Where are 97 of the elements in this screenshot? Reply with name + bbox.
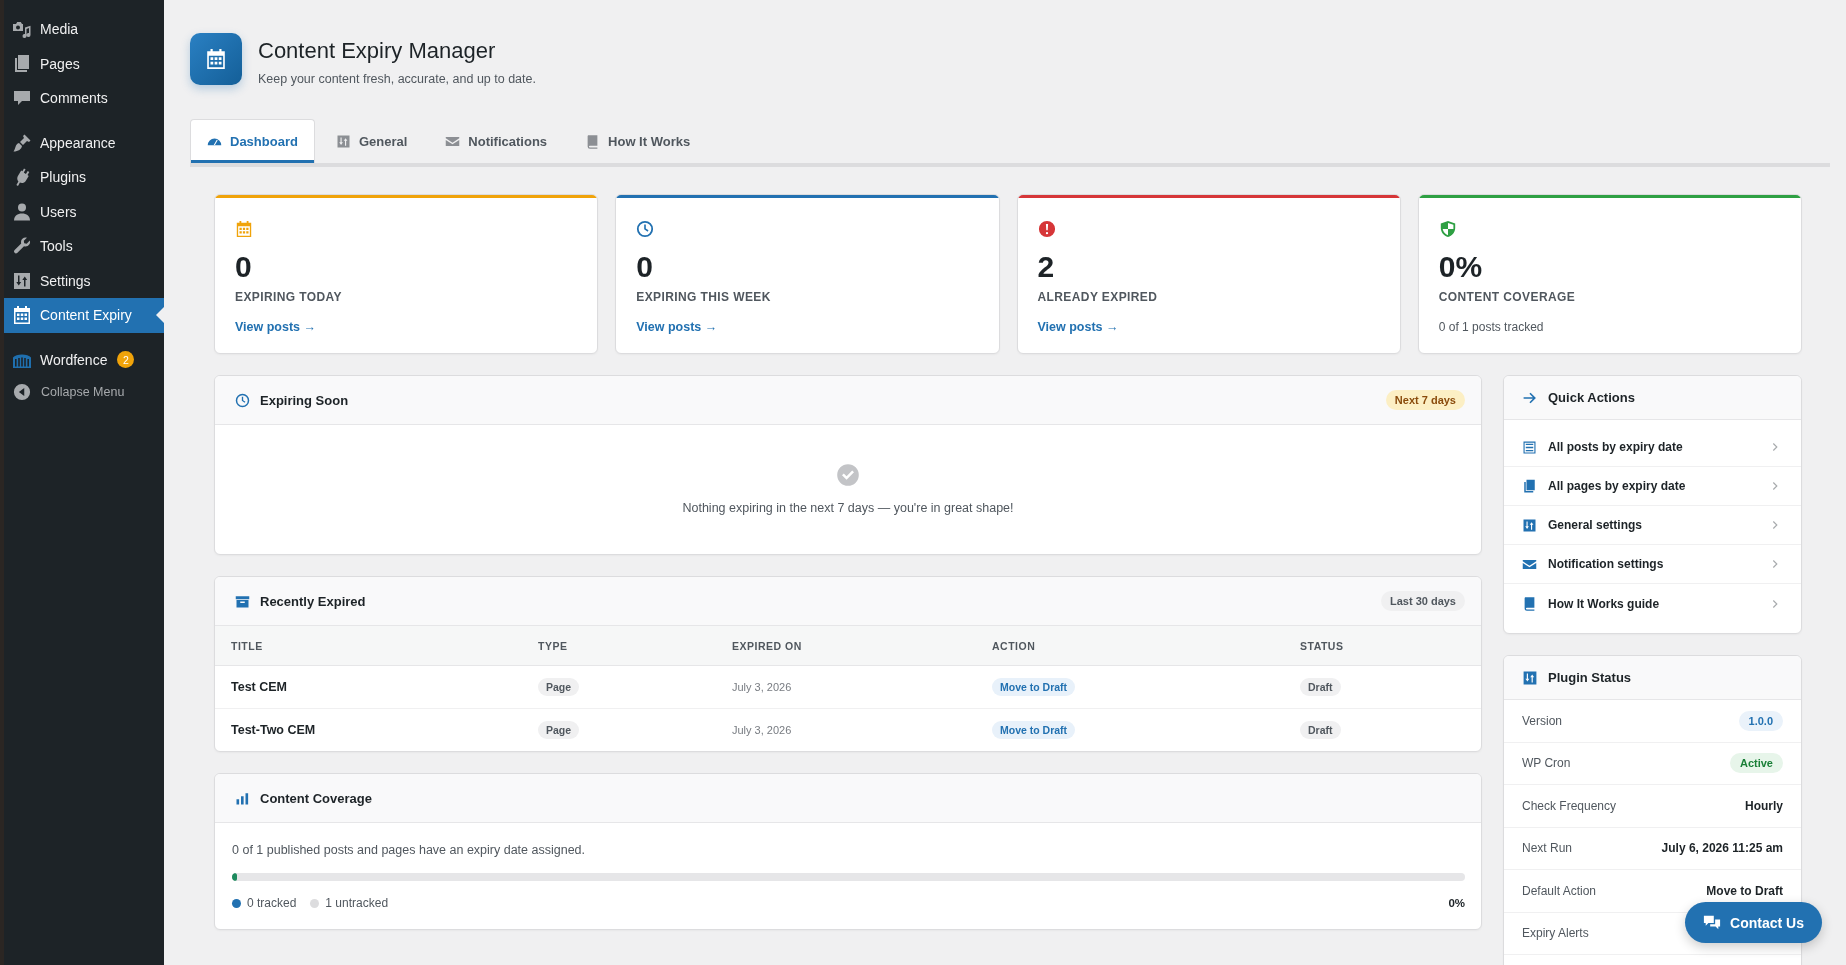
stat-value: 0 <box>636 249 654 285</box>
person-icon <box>12 201 32 222</box>
sidebar-menu-item[interactable]: Tools <box>4 229 164 264</box>
selection-pointer-icon <box>156 307 164 324</box>
page-subtitle: Keep your content fresh, accurate, and up to date. <box>258 71 536 88</box>
coverage-percent: 0% <box>1448 897 1465 909</box>
stat-value: 0 <box>235 249 253 285</box>
sidebar-menu-item[interactable]: Pages <box>4 46 164 81</box>
status-label: Version <box>1522 713 1563 728</box>
status-badge: Draft <box>1300 678 1341 696</box>
panel-title: Quick Actions <box>1548 390 1635 405</box>
stat-label: EXPIRING THIS WEEK <box>636 289 772 305</box>
stat-value: 0% <box>1438 249 1484 285</box>
bar-chart-icon <box>235 790 250 806</box>
stat-label: ALREADY EXPIRED <box>1037 289 1159 305</box>
quick-action-link[interactable]: All pages by expiry date <box>1504 467 1801 506</box>
type-badge: Page <box>538 721 580 739</box>
sidebar-menu-item[interactable]: Media <box>4 12 164 47</box>
table-cell: July 3, 2026 <box>716 708 976 751</box>
sidebar-menu-item[interactable]: Content Expiry <box>4 298 164 333</box>
column-header: STATUS <box>1284 626 1481 666</box>
empty-state-message: Nothing expiring in the next 7 days — you're in great shape! <box>682 500 1014 517</box>
table-cell: July 3, 2026 <box>716 665 976 709</box>
status-badge: Draft <box>1300 721 1341 739</box>
coverage-summary: 0 of 1 published posts and pages have an expiry date assigned. <box>232 842 587 859</box>
panel-title: Expiring Soon <box>260 392 349 408</box>
collapse-menu-button[interactable]: Collapse Menu <box>4 377 164 407</box>
clock-icon <box>636 220 655 238</box>
column-header: TYPE <box>522 626 716 666</box>
view-posts-link[interactable]: View posts → <box>636 319 718 335</box>
sliders-icon <box>1522 669 1538 686</box>
tab[interactable]: Dashboard <box>190 119 315 163</box>
date-range-badge: Last 30 days <box>1380 591 1465 611</box>
sliders-icon <box>12 270 32 291</box>
archive-box-icon <box>235 593 250 609</box>
envelope-icon <box>445 134 461 149</box>
table-cell: Test-Two CEM <box>215 708 522 751</box>
tab[interactable]: Notifications <box>428 119 565 163</box>
status-label: Expiry Alerts <box>1522 926 1589 941</box>
list-icon <box>1522 439 1537 455</box>
status-label: Next Run <box>1522 841 1573 856</box>
page-title: Content Expiry Manager <box>258 37 497 65</box>
sidebar-menu-item[interactable]: Settings <box>4 263 164 298</box>
status-value: Move to Draft <box>1706 883 1783 898</box>
legend-label: 0 tracked <box>247 896 297 910</box>
version-badge: 1.0.0 <box>1738 710 1783 731</box>
circle-left-arrow-icon <box>13 383 31 401</box>
status-value: Hourly <box>1745 798 1783 813</box>
panel-title: Plugin Status <box>1548 670 1632 685</box>
stat-label: CONTENT COVERAGE <box>1438 289 1577 305</box>
table-cell: Test CEM <box>215 665 522 709</box>
stat-label: EXPIRING TODAY <box>235 289 343 305</box>
quick-action-link[interactable]: Notification settings <box>1504 545 1801 584</box>
status-badge: Active <box>1729 753 1783 774</box>
sidebar-menu-item[interactable]: Users <box>4 194 164 229</box>
quick-action-link[interactable]: All posts by expiry date <box>1504 428 1801 467</box>
action-badge: Move to Draft <box>992 678 1076 696</box>
quick-action-link[interactable]: How It Works guide <box>1504 584 1801 623</box>
legend-label: 1 untracked <box>325 896 389 910</box>
panel-title: Recently Expired <box>260 593 366 609</box>
paintbrush-icon <box>12 132 32 153</box>
shield-icon <box>1438 220 1457 238</box>
sidebar-menu-item[interactable]: Appearance <box>4 125 164 160</box>
book-icon <box>1522 596 1537 611</box>
camera-music-icon <box>12 19 32 40</box>
calendar-icon <box>12 305 32 326</box>
calendar-icon <box>235 220 253 238</box>
clock-icon <box>235 392 250 408</box>
calendar-icon <box>190 33 242 85</box>
stat-note: 0 of 1 posts tracked <box>1438 319 1545 335</box>
view-posts-link[interactable]: View posts → <box>1037 319 1119 335</box>
column-header: ACTION <box>976 626 1284 666</box>
column-header: TITLE <box>215 626 522 666</box>
contact-us-button[interactable]: Contact Us <box>1685 902 1822 943</box>
column-header: EXPIRED ON <box>716 626 976 666</box>
status-label: Default Action <box>1522 883 1597 898</box>
documents-icon <box>1522 478 1537 494</box>
status-label: WP Cron <box>1522 756 1571 771</box>
sidebar-menu-item[interactable]: Plugins <box>4 160 164 195</box>
status-value: July 6, 2026 11:25 am <box>1661 841 1783 856</box>
documents-icon <box>12 53 32 74</box>
sliders-icon <box>335 134 351 149</box>
count-badge: 2 <box>117 351 135 369</box>
date-range-badge: Next 7 days <box>1385 390 1465 410</box>
tab[interactable]: How It Works <box>568 119 708 163</box>
quick-action-link[interactable]: General settings <box>1504 506 1801 545</box>
sidebar-menu-item[interactable]: Comments <box>4 81 164 116</box>
status-label: Check Frequency <box>1522 798 1617 813</box>
exclamation-icon <box>1037 220 1056 238</box>
action-badge: Move to Draft <box>992 721 1076 739</box>
sliders-icon <box>1522 517 1537 533</box>
type-badge: Page <box>538 678 580 696</box>
stat-value: 2 <box>1037 249 1056 285</box>
view-posts-link[interactable]: View posts → <box>235 319 317 335</box>
sidebar-menu-item[interactable]: Wordfence 2 <box>4 342 164 377</box>
tab[interactable]: General <box>318 119 425 163</box>
panel-title: Content Coverage <box>260 790 372 806</box>
